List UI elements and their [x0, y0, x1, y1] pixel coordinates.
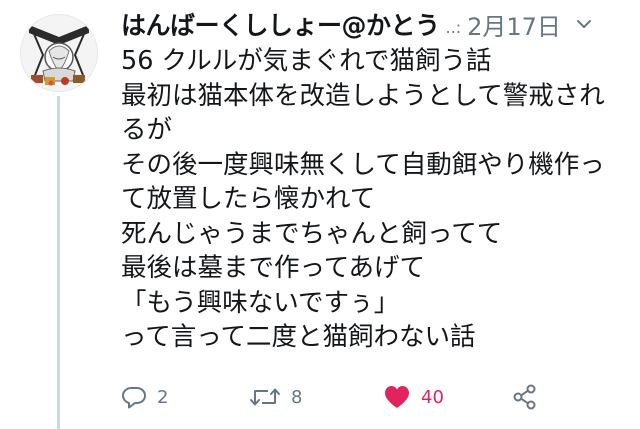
tweet-text-line: 56 クルルが気まぐれで猫飼う話 — [121, 46, 492, 76]
tweet-actions: 2 8 40 — [121, 379, 621, 415]
retweet-icon — [250, 388, 280, 406]
reply-icon — [122, 387, 146, 409]
tweet-text-line: 「もう興味ないですぅ」 — [121, 287, 400, 318]
tweet-date[interactable]: 2月17日 — [467, 7, 561, 42]
tweet-text: 56 クルルが気まぐれで猫飼う話 最初は猫本体を改造しようとして警戒され るが … — [121, 44, 631, 355]
retweet-count: 8 — [291, 386, 303, 408]
avatar-image — [21, 15, 97, 91]
tweet-text-line: るが — [121, 115, 173, 145]
tweet-text-line: その後一度興味無くして自動餌やり機作っ — [121, 149, 605, 180]
tweet-text-line: 最初は猫本体を改造しようとして警戒され — [121, 80, 605, 111]
tweet[interactable]: はんばーくししょー@かとう ..: 2月17日 56 クルルが気まぐれで猫飼う話… — [0, 0, 640, 429]
heart-icon — [385, 386, 409, 408]
chevron-down-icon[interactable] — [575, 15, 593, 33]
tweet-text-line: 最後は墓まで作ってあげて — [121, 253, 425, 283]
like-button[interactable]: 40 — [383, 379, 444, 415]
share-button[interactable] — [511, 379, 539, 415]
reply-button[interactable]: 2 — [121, 379, 168, 415]
tweet-text-line: 死んじゃうまでちゃんと飼ってて — [121, 218, 503, 249]
tweet-header: はんばーくししょー@かとう ..: 2月17日 — [121, 6, 626, 42]
tweet-text-line: て放置したら懐かれて — [121, 184, 376, 214]
retweet-button[interactable]: 8 — [249, 379, 302, 415]
reply-count: 2 — [157, 386, 169, 408]
avatar[interactable] — [20, 14, 98, 92]
author-name[interactable]: はんばーくししょー@かとう — [121, 6, 440, 42]
truncation-indicator: ..: — [445, 17, 462, 37]
share-icon — [513, 384, 536, 410]
like-count: 40 — [421, 386, 444, 408]
tweet-text-line: って言って二度と猫飼わない話 — [121, 322, 476, 352]
thread-line — [57, 96, 60, 429]
